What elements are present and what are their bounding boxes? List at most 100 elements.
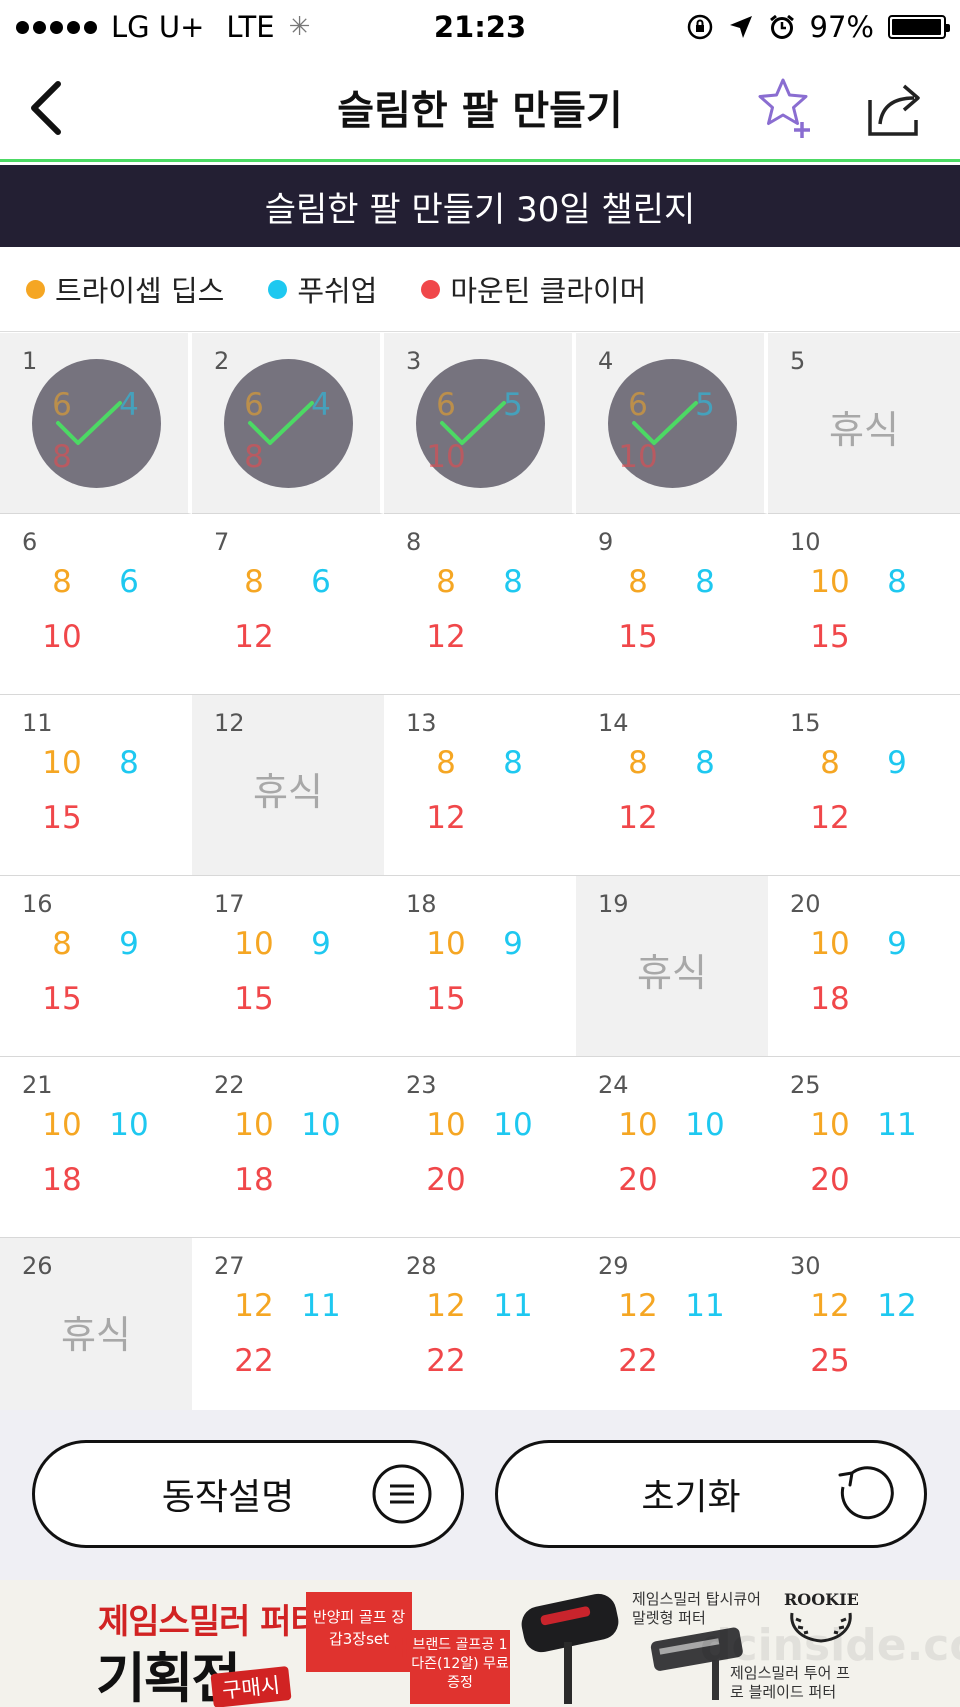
- day-number: 2: [214, 347, 230, 375]
- calendar-day-16[interactable]: 16 8 9 15: [0, 876, 192, 1057]
- calendar-day-23[interactable]: 23 10 10 20: [384, 1057, 576, 1238]
- day-number: 22: [214, 1071, 245, 1099]
- day-number: 10: [790, 528, 821, 556]
- calendar-day-9[interactable]: 9 8 8 15: [576, 514, 768, 695]
- calendar-day-20[interactable]: 20 10 9 18: [768, 876, 960, 1057]
- mountain-climber-reps: 15: [42, 981, 82, 1017]
- calendar-day-11[interactable]: 11 10 8 15: [0, 695, 192, 876]
- pushup-reps: 8: [695, 564, 715, 600]
- calendar-day-3[interactable]: 3 6 5 10: [384, 333, 576, 514]
- legend-dot-red: [421, 279, 441, 299]
- pushup-reps: 10: [493, 1107, 533, 1143]
- location-arrow-icon: [729, 16, 752, 38]
- pushup-reps: 10: [685, 1107, 725, 1143]
- share-icon: [868, 84, 920, 136]
- checkmark-icon: [440, 401, 506, 445]
- mountain-climber-reps: 12: [618, 800, 658, 836]
- pushup-reps: 8: [887, 564, 907, 600]
- pushup-reps: 8: [695, 745, 715, 781]
- calendar-day-18[interactable]: 18 10 9 15: [384, 876, 576, 1057]
- pushup-reps: 8: [503, 564, 523, 600]
- calendar-day-13[interactable]: 13 8 8 12: [384, 695, 576, 876]
- mountain-climber-reps: 12: [234, 619, 274, 655]
- triceps-dips-reps: 8: [52, 926, 72, 962]
- pushup-reps: 10: [109, 1107, 149, 1143]
- calendar-day-2[interactable]: 2648: [192, 333, 384, 514]
- day-number: 25: [790, 1071, 821, 1099]
- pushup-reps: 10: [301, 1107, 341, 1143]
- calendar-day-15[interactable]: 15 8 9 12: [768, 695, 960, 876]
- day-number: 29: [598, 1252, 629, 1280]
- calendar-day-29[interactable]: 29 12 11 22: [576, 1238, 768, 1419]
- triceps-dips-reps: 10: [234, 926, 274, 962]
- pushup-reps: 9: [311, 926, 331, 962]
- reset-button[interactable]: 초기화: [495, 1440, 927, 1548]
- day-number: 6: [22, 528, 38, 556]
- alarm-icon: [769, 14, 794, 39]
- status-right: 97%: [686, 10, 950, 44]
- mountain-climber-reps: 15: [42, 800, 82, 836]
- mountain-climber-reps: 18: [234, 1162, 274, 1198]
- calendar-day-26[interactable]: 26 휴식: [0, 1238, 192, 1419]
- mallet-putter-image: [521, 1593, 619, 1704]
- calendar-day-12[interactable]: 12 휴식: [192, 695, 384, 876]
- day-number: 14: [598, 709, 629, 737]
- pushup-reps: 9: [503, 926, 523, 962]
- triceps-dips-reps: 8: [628, 564, 648, 600]
- rest-day-label: 휴식: [253, 770, 323, 814]
- calendar-day-7[interactable]: 7 8 6 12: [192, 514, 384, 695]
- calendar-day-22[interactable]: 22 10 10 18: [192, 1057, 384, 1238]
- triceps-dips-reps: 10: [42, 1107, 82, 1143]
- calendar-day-6[interactable]: 6 8 6 10: [0, 514, 192, 695]
- menu-lines-icon: [372, 1464, 432, 1524]
- calendar-day-19[interactable]: 19 휴식: [576, 876, 768, 1057]
- calendar-day-4[interactable]: 4 6 5 10: [576, 333, 768, 514]
- day-number: 1: [22, 347, 38, 375]
- day-number: 15: [790, 709, 821, 737]
- calendar-day-10[interactable]: 10 10 8 15: [768, 514, 960, 695]
- legend-item-mountain-climber: 마운틴 클라이머: [421, 268, 646, 310]
- day-number: 27: [214, 1252, 245, 1280]
- triceps-dips-reps: 8: [52, 564, 72, 600]
- add-favorite-button[interactable]: [754, 74, 822, 142]
- mountain-climber-reps: 20: [426, 1162, 466, 1198]
- calendar-day-24[interactable]: 24 10 10 20: [576, 1057, 768, 1238]
- mountain-climber-reps: 15: [234, 981, 274, 1017]
- legend-dot-blue: [268, 279, 288, 299]
- calendar-day-14[interactable]: 14 8 8 12: [576, 695, 768, 876]
- mountain-climber-reps: 20: [618, 1162, 658, 1198]
- back-button[interactable]: [16, 76, 76, 140]
- day-number: 20: [790, 890, 821, 918]
- day-number: 17: [214, 890, 245, 918]
- legend-item-pushup: 푸쉬업: [268, 268, 377, 310]
- triceps-dips-reps: 10: [426, 926, 466, 962]
- guide-button-label: 동작설명: [161, 1477, 295, 1518]
- calendar-day-25[interactable]: 25 10 11 20: [768, 1057, 960, 1238]
- mountain-climber-reps: 25: [810, 1343, 850, 1379]
- triceps-dips-reps: 10: [810, 926, 850, 962]
- calendar-day-28[interactable]: 28 12 11 22: [384, 1238, 576, 1419]
- triceps-dips-reps: 12: [426, 1288, 466, 1324]
- rest-day-label: 휴식: [61, 1313, 131, 1357]
- share-button[interactable]: [860, 74, 928, 142]
- calendar-day-17[interactable]: 17 10 9 15: [192, 876, 384, 1057]
- calendar-day-30[interactable]: 30 12 12 25: [768, 1238, 960, 1419]
- day-number: 19: [598, 890, 629, 918]
- calendar-day-5[interactable]: 5 휴식: [768, 333, 960, 514]
- calendar-day-27[interactable]: 27 12 11 22: [192, 1238, 384, 1419]
- calendar-day-8[interactable]: 8 8 8 12: [384, 514, 576, 695]
- mountain-climber-reps: 15: [426, 981, 466, 1017]
- day-number: 13: [406, 709, 437, 737]
- rotation-lock-icon: [687, 14, 712, 40]
- day-number: 3: [406, 347, 422, 375]
- calendar-day-1[interactable]: 1648: [0, 333, 192, 514]
- day-number: 7: [214, 528, 230, 556]
- reset-button-label: 초기화: [641, 1477, 741, 1518]
- exercise-guide-button[interactable]: 동작설명: [32, 1440, 464, 1548]
- day-number: 12: [214, 709, 245, 737]
- triceps-dips-reps: 12: [618, 1288, 658, 1324]
- triceps-dips-reps: 8: [244, 564, 264, 600]
- pushup-reps: 9: [887, 926, 907, 962]
- calendar-day-21[interactable]: 21 10 10 18: [0, 1057, 192, 1238]
- advertisement-banner[interactable]: 제임스밀러 퍼터 기획전 구매시 반양피 골프 장갑3장set + 브랜드 골프…: [0, 1580, 960, 1707]
